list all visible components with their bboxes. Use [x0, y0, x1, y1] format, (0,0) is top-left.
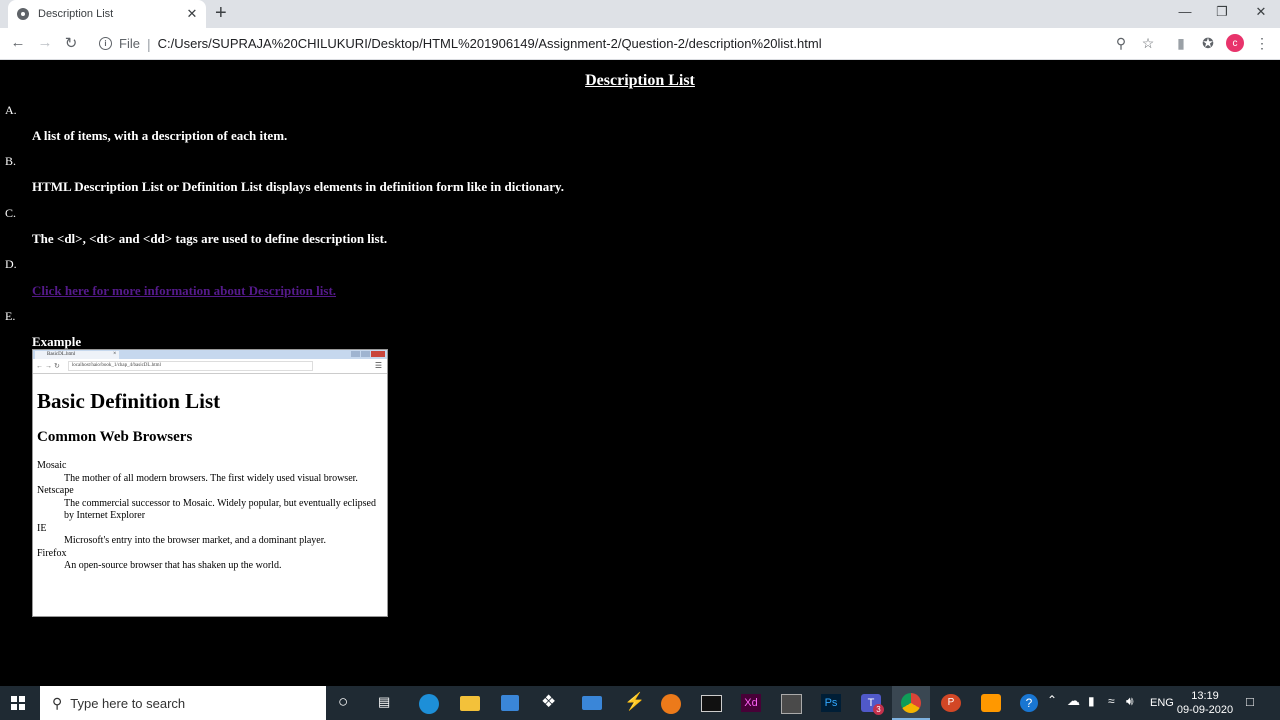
file-explorer-icon[interactable] — [460, 696, 480, 711]
forward-icon[interactable]: → — [35, 34, 55, 51]
more-info-link[interactable]: Click here for more information about De… — [32, 283, 336, 298]
teams-icon[interactable]: T 3 — [861, 694, 884, 715]
chrome-icon[interactable] — [892, 686, 930, 720]
example-term: Firefox — [37, 547, 67, 559]
zoom-icon[interactable]: ⚲ — [1112, 35, 1130, 52]
url-scheme: File — [119, 36, 140, 51]
task-view-icon[interactable]: ▤ — [378, 694, 390, 710]
clock[interactable]: 13:19 09-09-2020 — [1176, 689, 1234, 717]
address-bar[interactable]: i File | C:/Users/SUPRAJA%20CHILUKURI/De… — [90, 31, 1165, 56]
info-icon[interactable]: i — [99, 37, 112, 50]
new-tab-button[interactable]: + — [215, 3, 227, 23]
example-tab-bar: BasicDL.html × — [33, 350, 387, 359]
profile-avatar[interactable]: c — [1226, 34, 1244, 52]
windows-start-icon[interactable] — [11, 696, 25, 710]
help-icon[interactable]: ? — [1020, 694, 1038, 712]
language-indicator[interactable]: ENG — [1150, 697, 1174, 709]
url-separator: | — [146, 35, 151, 52]
extension-icon[interactable]: ▮ — [1172, 35, 1190, 52]
taskbar-search-box[interactable]: ⚲ Type here to search — [40, 686, 326, 720]
taskbar-search-placeholder: Type here to search — [70, 695, 186, 711]
dl-desc: Click here for more information about De… — [32, 283, 336, 299]
example-tab-title: BasicDL.html — [35, 351, 119, 359]
volume-icon[interactable]: 🔊︎ — [1126, 694, 1134, 709]
example-address-bar: ←→↻ localhost/haio/book_1/chap_4/basicDL… — [33, 359, 387, 374]
app-icon[interactable] — [781, 694, 802, 714]
puzzle-icon[interactable]: ✪ — [1199, 35, 1217, 52]
dl-desc: A list of items, with a description of e… — [32, 128, 288, 143]
browser-toolbar: ← → ↻ i File | C:/Users/SUPRAJA%20CHILUK… — [0, 28, 1280, 60]
xd-icon[interactable]: Xd — [741, 694, 761, 712]
example-url: localhost/haio/book_1/chap_4/basicDL.htm… — [67, 361, 313, 371]
tray-chevron-icon[interactable]: ⌃ — [1047, 693, 1057, 707]
example-heading1: Basic Definition List — [37, 389, 221, 413]
example-label: Example — [32, 334, 82, 349]
star-icon[interactable]: ☆ — [1139, 35, 1157, 52]
example-window-buttons — [351, 351, 385, 357]
browser-tab[interactable]: Description List ✕ — [8, 0, 206, 28]
example-nav-icons: ←→↻ — [36, 362, 62, 370]
example-heading2: Common Web Browsers — [37, 429, 193, 445]
dl-term: D. — [5, 257, 17, 271]
powerpoint-icon[interactable]: P — [941, 694, 961, 712]
example-screenshot: BasicDL.html × ←→↻ localhost/haio/book_1… — [32, 349, 388, 617]
photoshop-icon[interactable]: Ps — [821, 694, 841, 712]
dl-desc: HTML Description List or Definition List… — [32, 179, 565, 194]
example-desc: The commercial successor to Mosaic. Wide… — [64, 497, 376, 522]
dl-term: B. — [5, 154, 17, 168]
restore-icon[interactable]: ❐ — [1202, 4, 1242, 20]
edge-icon[interactable] — [419, 694, 439, 714]
dl-desc: The <dl>, <dt> and <dd> tags are used to… — [32, 231, 388, 246]
url-text[interactable]: C:/Users/SUPRAJA%20CHILUKURI/Desktop/HTM… — [158, 36, 822, 51]
close-window-icon[interactable]: ✕ — [1241, 4, 1280, 20]
menu-icon[interactable]: ⋮ — [1253, 35, 1271, 52]
back-icon[interactable]: ← — [8, 34, 28, 51]
example-term: Netscape — [37, 485, 74, 496]
store-icon[interactable] — [501, 695, 519, 711]
tab-title: Description List — [38, 8, 114, 20]
onedrive-icon[interactable]: ☁ — [1067, 693, 1080, 709]
clock-date: 09-09-2020 — [1176, 704, 1234, 716]
tab-strip: Description List ✕ + — ❐ ✕ — [0, 0, 1280, 28]
search-icon: ⚲ — [52, 694, 63, 711]
example-definition-list: Mosaic The mother of all modern browsers… — [37, 460, 387, 573]
taskbar: ⚲ Type here to search ○ ▤ ❖ ⚡ Xd Ps T 3 … — [0, 686, 1280, 720]
dl-term: E. — [5, 309, 16, 323]
page-content: Description List A. A list of items, wit… — [0, 60, 1280, 686]
example-desc: The mother of all modern browsers. The f… — [64, 472, 358, 484]
example-desc: An open-source browser that has shaken u… — [64, 560, 282, 571]
clock-time: 13:19 — [1191, 690, 1219, 702]
example-desc: Microsoft's entry into the browser marke… — [64, 535, 327, 546]
globe-icon — [17, 8, 29, 20]
notifications-icon[interactable]: □ — [1246, 694, 1254, 709]
vscode-icon[interactable]: ⚡ — [624, 692, 645, 712]
dropbox-icon[interactable]: ❖ — [541, 692, 556, 712]
example-close-tab-icon: × — [113, 351, 117, 357]
wifi-icon[interactable]: ≈ — [1108, 694, 1115, 708]
dl-term: A. — [5, 103, 17, 117]
teams-badge: 3 — [873, 704, 884, 715]
battery-icon[interactable]: ▮ — [1088, 694, 1095, 708]
reload-icon[interactable]: ↻ — [61, 34, 81, 52]
example-term: Mosaic — [37, 460, 67, 471]
cortana-icon[interactable]: ○ — [338, 692, 348, 712]
minimize-icon[interactable]: — — [1165, 4, 1205, 19]
mail-icon[interactable] — [582, 696, 602, 710]
terminal-icon[interactable] — [701, 695, 722, 712]
page-title: Description List — [585, 72, 695, 89]
close-tab-icon[interactable]: ✕ — [184, 6, 200, 22]
example-term: IE — [37, 522, 47, 534]
dl-term: C. — [5, 206, 17, 220]
example-menu-icon: ☰ — [374, 361, 382, 370]
sublime-icon[interactable] — [981, 694, 1001, 712]
firefox-icon[interactable] — [661, 694, 681, 714]
